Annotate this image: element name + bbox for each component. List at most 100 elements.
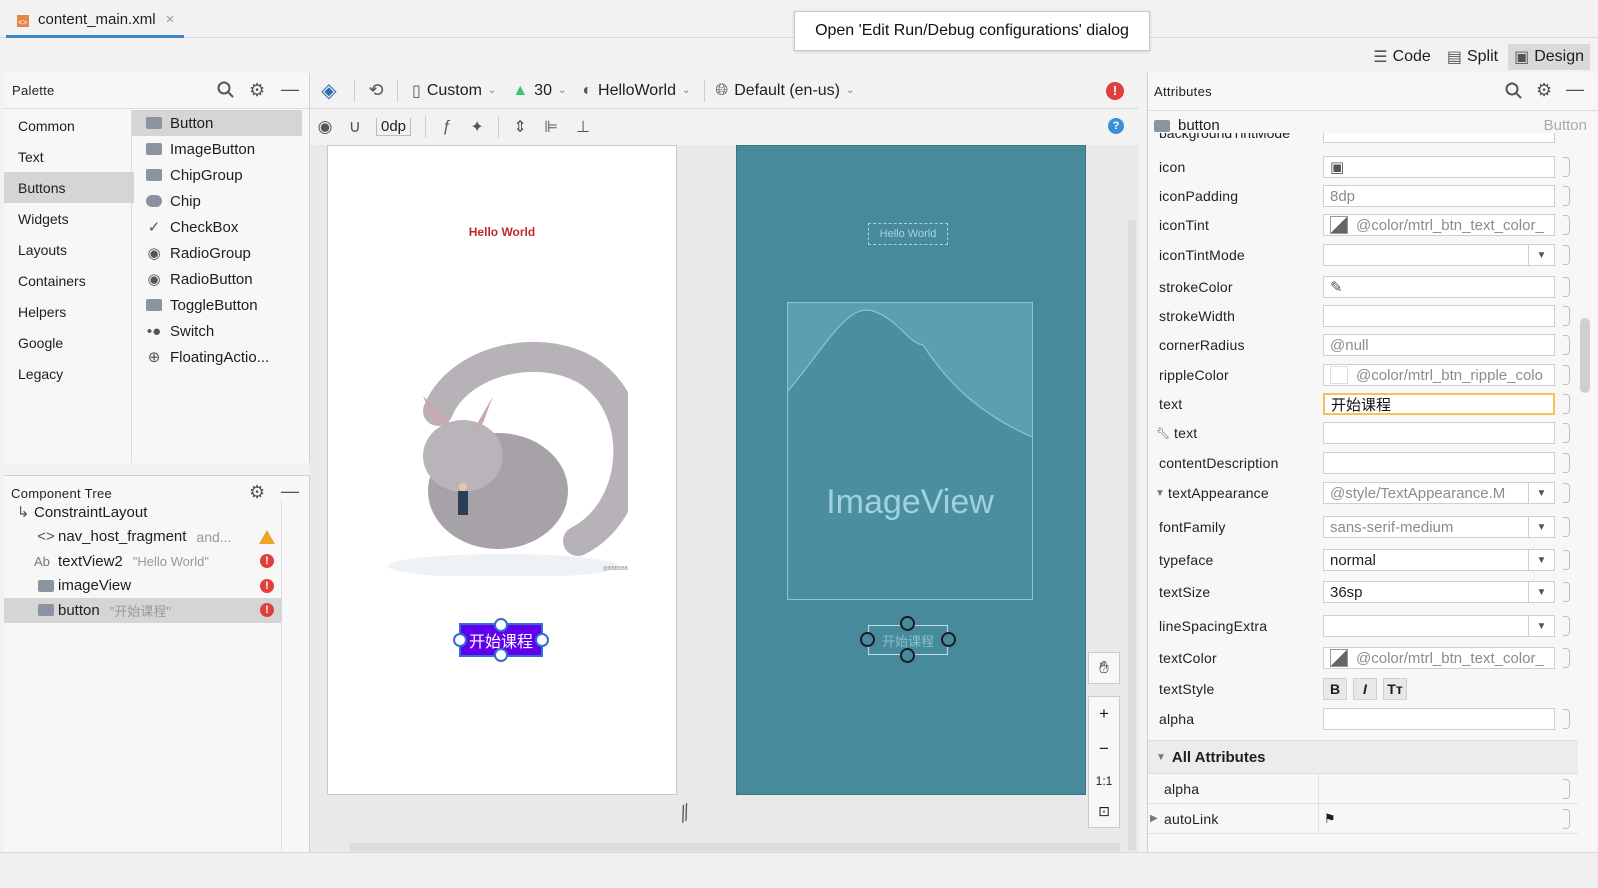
minimize-icon[interactable]: — [281,79,299,100]
error-icon[interactable]: ! [260,603,274,618]
palette-item-togglebutton[interactable]: ToggleButton [132,292,302,318]
attr-edit-button[interactable] [1563,245,1570,265]
minimize-icon[interactable]: — [1566,79,1584,100]
palette-item-chipgroup[interactable]: ChipGroup [132,162,302,188]
constraint-handle-right[interactable] [535,633,549,647]
constraint-handle-right[interactable] [941,632,956,647]
attr-value-field[interactable] [1323,305,1555,327]
layers-icon[interactable]: ◈ [310,78,348,103]
attr-edit-button[interactable] [1563,365,1570,385]
category-text[interactable]: Text [4,141,134,172]
chevron-down-icon[interactable]: ▼ [1528,550,1554,570]
error-icon[interactable]: ! [260,554,274,569]
attr-value-field[interactable]: ▣ [1323,156,1555,178]
pack-icon[interactable]: ⇕ [505,117,535,137]
clipped-attr-field[interactable] [1323,133,1555,143]
pan-hand-icon[interactable]: ✋︎ [1088,652,1120,684]
attr-edit-button[interactable] [1563,648,1570,668]
attr-edit-button[interactable] [1563,582,1570,602]
category-layouts[interactable]: Layouts [4,234,134,265]
magnet-icon[interactable]: ∪ [340,117,370,137]
attributes-scrollbar[interactable] [1580,318,1590,393]
attr-edit-button[interactable] [1563,809,1570,829]
theme-dropdown[interactable]: ◐ HelloWorld ⌄ [574,82,698,100]
attr-edit-button[interactable] [1563,423,1570,443]
palette-item-radiobutton[interactable]: ◉ RadioButton [132,266,302,292]
category-containers[interactable]: Containers [4,265,134,296]
blueprint-preview[interactable]: Hello World ImageView 开始课程 [736,145,1086,795]
preview-image[interactable]: @BBBBBB [378,341,644,579]
attr-value-field[interactable] [1323,452,1555,474]
attr-value-field[interactable]: 开始课程 [1323,393,1555,415]
category-common[interactable]: Common [4,110,134,141]
category-google[interactable]: Google [4,327,134,358]
attr-edit-button[interactable] [1563,306,1570,326]
color-swatch-icon[interactable] [1330,649,1348,667]
palette-item-imagebutton[interactable]: ImageButton [132,136,302,162]
zoom-out-button[interactable]: − [1099,739,1109,759]
constraint-handle-bottom[interactable] [900,648,915,663]
palette-item-checkbox[interactable]: ✓ CheckBox [132,214,302,240]
constraint-handle-bottom[interactable] [494,648,508,662]
canvas-horizontal-scrollbar[interactable] [350,843,1120,851]
blueprint-hello-text[interactable]: Hello World [868,223,948,245]
tree-row[interactable]: button "开始课程"! [4,598,282,623]
split-mode-button[interactable]: ▤ Split [1441,44,1504,70]
constraint-handle-top[interactable] [900,616,915,631]
attr-edit-button[interactable] [1563,335,1570,355]
attr-value-field[interactable]: 36sp ▼ [1323,581,1555,603]
attr-value-field[interactable]: @color/mtrl_btn_text_color_ [1323,214,1555,236]
error-icon[interactable]: ! [1106,81,1124,100]
all-attributes-section[interactable]: ▼ All Attributes [1148,740,1578,774]
attr-value-field[interactable]: @color/mtrl_btn_ripple_colo [1323,364,1555,386]
color-swatch-icon[interactable] [1330,216,1348,234]
constraint-handle-left[interactable] [453,633,467,647]
attr-value-field[interactable]: @null [1323,334,1555,356]
code-mode-button[interactable]: ☰ Code [1367,44,1437,70]
attr-value-field[interactable]: ✎ [1323,276,1555,298]
category-buttons[interactable]: Buttons [4,172,134,203]
constraint-handle-left[interactable] [860,632,875,647]
eye-icon[interactable]: ◉ [310,117,340,137]
attr-edit-button[interactable] [1563,394,1570,414]
attr-value-field[interactable]: ▼ [1323,244,1555,266]
flag-icon[interactable]: ⚑ [1324,811,1336,827]
api-dropdown[interactable]: ▲ 30 ⌄ [504,82,574,100]
align-icon[interactable]: ⊫ [535,117,567,137]
chevron-down-icon[interactable]: ▼ [1528,582,1554,602]
attr-value-field[interactable]: @color/mtrl_btn_text_color_ [1323,647,1555,669]
attr-edit-button[interactable] [1563,157,1570,177]
gear-icon[interactable]: ⚙ [249,80,265,101]
chevron-down-icon[interactable]: ▼ [1528,517,1554,537]
design-mode-button[interactable]: ▣ Design [1508,44,1590,70]
palette-item-fab[interactable]: ⊕ FloatingActio... [132,344,302,370]
attr-edit-button[interactable] [1563,277,1570,297]
constraint-handle-top[interactable] [494,618,508,632]
locale-dropdown[interactable]: 🌐︎ Default (en-us) ⌄ [711,82,858,100]
attr-value-field[interactable] [1323,708,1555,730]
search-icon[interactable] [217,81,235,99]
text-style-bold-button[interactable]: B [1323,678,1347,700]
palette-item-chip[interactable]: Chip [132,188,302,214]
tree-row[interactable]: Ab textView2 "Hello World"! [4,549,282,574]
tree-row[interactable]: ↳ ConstraintLayout [4,500,282,525]
attr-value-field[interactable]: 8dp [1323,185,1555,207]
eyedropper-icon[interactable]: ✎ [1330,278,1343,296]
zoom-fit-icon[interactable]: ⊡ [1098,803,1110,820]
category-widgets[interactable]: Widgets [4,203,134,234]
attr-edit-button[interactable] [1563,779,1570,799]
attr-value-field[interactable]: sans-serif-medium ▼ [1323,516,1555,538]
chevron-down-icon[interactable]: ▼ [1528,616,1554,636]
attr-value-field[interactable] [1323,422,1555,444]
all-attr-row[interactable]: ▶ autoLink ⚑ [1148,804,1578,834]
chevron-down-icon[interactable]: ▼ [1528,245,1554,265]
tree-row[interactable]: imageView! [4,574,282,599]
chevron-down-icon[interactable]: ▼ [1528,483,1554,503]
canvas-vertical-scrollbar[interactable] [1128,220,1136,850]
attr-edit-button[interactable] [1563,215,1570,235]
help-icon[interactable]: ? [1108,118,1124,134]
default-margin-button[interactable]: 0dp [376,118,412,136]
magic-wand-icon[interactable]: ✦ [462,117,492,137]
attr-value-field[interactable]: ▼ [1323,615,1555,637]
design-preview[interactable]: Hello World @BBBBBB 开始课程 [327,145,677,795]
